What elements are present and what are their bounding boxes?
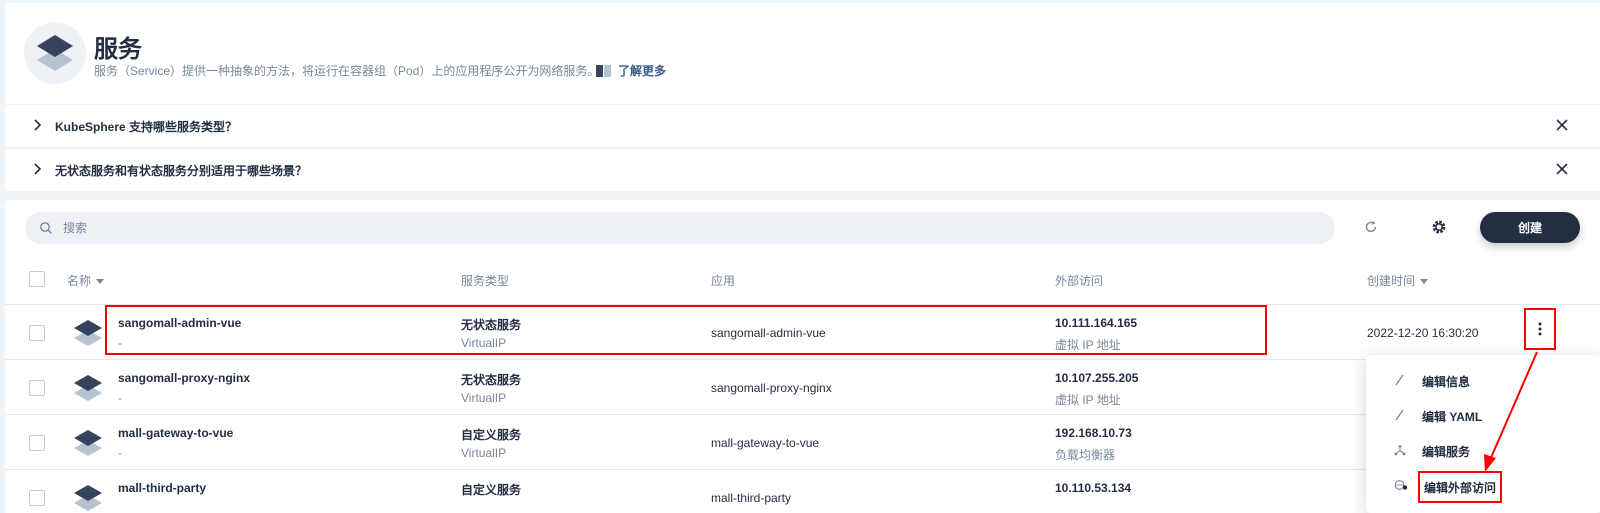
row-checkbox[interactable] [29,490,45,506]
row-actions-menu: 编辑信息 编辑 YAML 编辑服务 编辑外部访问 [1366,355,1600,513]
external-ip: 10.107.255.205 [1055,371,1139,385]
service-app: mall-gateway-to-vue [711,436,820,450]
pencil-icon [1395,409,1404,421]
service-name[interactable]: mall-gateway-to-vue [118,426,233,440]
service-app: mall-third-party [711,491,792,505]
column-header-service-type: 服务类型 [461,274,510,288]
service-type: 自定义服务 [461,428,522,442]
external-ip-type: 虚拟 IP 地址 [1055,393,1121,407]
service-type-sub: VirtualIP [461,391,507,405]
faq-item-stateless-stateful[interactable]: 无状态服务和有状态服务分别适用于哪些场景？ [5,149,1600,191]
created-time: 2022-12-20 16:30:20 [1367,326,1479,340]
page-title: 服务 [94,36,142,63]
service-type-sub: VirtualIP [461,446,507,460]
service-icon [74,375,102,401]
chevron-right-icon [34,119,42,131]
sort-down-icon [96,279,105,285]
menu-item-edit-yaml[interactable]: 编辑 YAML [1366,398,1600,432]
menu-item-label: 编辑服务 [1422,445,1471,459]
service-type: 无状态服务 [461,318,522,332]
menu-item-label: 编辑信息 [1422,375,1471,389]
table-row[interactable]: sangomall-admin-vue - 无状态服务 VirtualIP sa… [5,304,1600,359]
create-button[interactable]: 创建 [1480,212,1580,243]
search-icon [40,222,52,234]
service-type: 无状态服务 [461,373,522,387]
search-bar[interactable] [25,212,1335,244]
faq-question: 无状态服务和有状态服务分别适用于哪些场景？ [55,163,308,178]
pencil-icon [1395,374,1404,386]
more-actions-button[interactable] [1524,308,1556,350]
column-header-app: 应用 [711,274,736,288]
service-type-sub: VirtualIP [461,336,507,350]
external-ip: 10.111.164.165 [1055,316,1138,330]
page-description: 服务（Service）提供一种抽象的方法，将运行在容器组（Pod）上的应用程序公… [94,64,600,78]
table-header: 名称 服务类型 应用 外部访问 创建时间 [5,260,1600,305]
service-icon [74,485,102,511]
external-ip-type: 负载均衡器 [1055,448,1116,462]
book-icon [596,64,611,77]
service-alias: - [118,446,122,460]
close-icon[interactable] [1554,161,1570,177]
service-app: sangomall-proxy-nginx [711,381,832,395]
service-alias: - [118,391,122,405]
external-ip: 10.110.53.134 [1055,481,1132,495]
service-name[interactable]: sangomall-proxy-nginx [118,371,250,385]
row-checkbox[interactable] [29,435,45,451]
service-type: 自定义服务 [461,483,522,497]
faq-question: KubeSphere 支持哪些服务类型？ [55,119,238,134]
faq-item-service-types[interactable]: KubeSphere 支持哪些服务类型？ [5,105,1600,147]
menu-item-edit-external-access[interactable]: 编辑外部访问 [1366,468,1600,503]
table-row[interactable]: mall-gateway-to-vue - 自定义服务 VirtualIP ma… [5,414,1600,469]
service-alias: - [118,336,122,350]
menu-item-edit-info[interactable]: 编辑信息 [1366,363,1600,397]
menu-item-label: 编辑 YAML [1422,410,1483,424]
learn-more-link[interactable]: 了解更多 [596,62,666,79]
column-header-name[interactable]: 名称 [67,272,105,289]
service-banner-icon [24,22,86,84]
menu-item-label: 编辑外部访问 [1418,471,1503,503]
service-icon [74,320,102,346]
chevron-right-icon [34,163,42,175]
row-checkbox[interactable] [29,325,45,341]
select-all-checkbox[interactable] [29,271,45,287]
column-header-external-access: 外部访问 [1055,274,1104,288]
globe-pin-icon [1394,480,1408,490]
table-row[interactable]: mall-third-party 自定义服务 mall-third-party … [5,469,1600,513]
external-ip-type: 虚拟 IP 地址 [1055,338,1121,352]
more-vertical-icon [1538,322,1542,336]
service-icon [74,430,102,456]
service-list-panel: 创建 名称 服务类型 应用 外部访问 创建时间 sangomall-admin-… [5,200,1600,513]
service-name[interactable]: sangomall-admin-vue [118,316,241,330]
table-row[interactable]: sangomall-proxy-nginx - 无状态服务 VirtualIP … [5,359,1600,414]
refresh-icon[interactable] [1363,219,1379,235]
service-app: sangomall-admin-vue [711,326,826,340]
menu-item-edit-service[interactable]: 编辑服务 [1366,433,1600,467]
service-name[interactable]: mall-third-party [118,481,206,495]
close-icon[interactable] [1554,117,1570,133]
gear-icon[interactable] [1430,218,1448,236]
topology-icon [1394,445,1406,456]
learn-more-label: 了解更多 [618,64,667,78]
column-header-created-at[interactable]: 创建时间 [1367,272,1429,289]
search-input[interactable] [63,212,1263,244]
row-checkbox[interactable] [29,380,45,396]
external-ip: 192.168.10.73 [1055,426,1132,440]
page-banner: 服务 服务（Service）提供一种抽象的方法，将运行在容器组（Pod）上的应用… [5,3,1600,104]
sort-down-icon [1420,279,1429,285]
